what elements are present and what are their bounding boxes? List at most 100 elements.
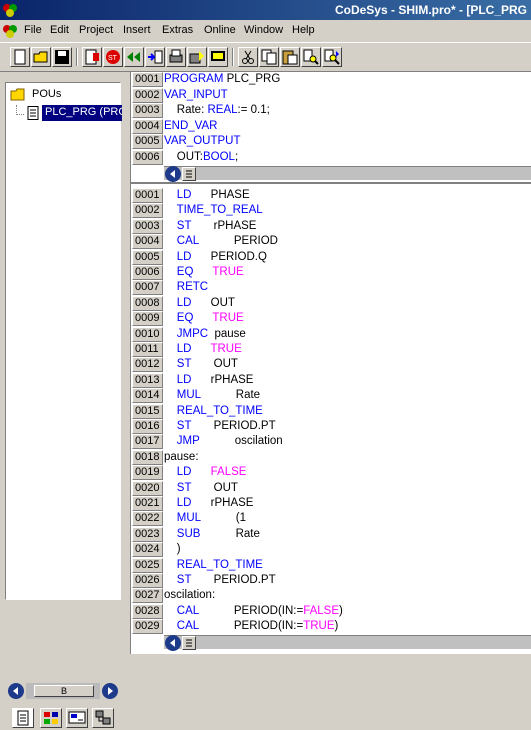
line-number: 0028	[132, 603, 163, 619]
paste-button[interactable]	[280, 47, 300, 67]
text-token: Rate	[200, 389, 261, 402]
code-line[interactable]: 0005 VAR_OUTPUT	[131, 134, 531, 149]
code-line[interactable]: 0028 CAL PERIOD(IN:=FALSE)	[131, 603, 531, 619]
line-number: 0012	[132, 357, 163, 373]
code-line[interactable]: 0007 RETC	[131, 280, 531, 296]
tree-horizontal-scrollbar[interactable]: B	[8, 683, 118, 699]
copy-button[interactable]	[259, 47, 279, 67]
code-line[interactable]: 0016 ST PERIOD.PT	[131, 419, 531, 434]
find-icon	[303, 49, 319, 65]
code-line[interactable]: 0019 LD FALSE	[131, 465, 531, 481]
find-next-icon	[324, 49, 340, 65]
text-token: rPHASE	[191, 373, 254, 386]
pou-editor[interactable]: 0001 PROGRAM PLC_PRG 0002 VAR_INPUT 0003 Rat…	[130, 72, 531, 654]
line-number: 0004	[132, 118, 163, 134]
code-line[interactable]: 0021 LD rPHASE	[131, 496, 531, 511]
open-button[interactable]	[31, 47, 51, 67]
line-text: REAL_TO_TIME	[164, 404, 263, 419]
code-line[interactable]: 0023 SUB Rate	[131, 526, 531, 542]
keyword-token: PROGRAM	[164, 73, 227, 85]
tab-visualizations[interactable]	[66, 708, 88, 728]
line-text: CAL PERIOD(IN:=TRUE)	[164, 619, 339, 634]
tab-pous[interactable]	[12, 708, 34, 728]
line-text: CAL PERIOD	[164, 234, 278, 249]
code-line[interactable]: 0027 oscilation:	[131, 588, 531, 604]
login-button[interactable]	[124, 47, 144, 67]
code-line[interactable]: 0018 pause:	[131, 449, 531, 465]
line-text: PROGRAM PLC_PRG	[164, 72, 280, 87]
line-number: 0005	[132, 134, 163, 149]
code-line[interactable]: 0017 JMP oscilation	[131, 434, 531, 450]
code-line[interactable]: 0005 LD PERIOD.Q	[131, 249, 531, 265]
scroll-thumb[interactable]	[182, 167, 196, 181]
menu-edit[interactable]: Edit	[50, 24, 69, 36]
menu-insert[interactable]: Insert	[123, 24, 151, 36]
tab-resources[interactable]	[92, 708, 114, 728]
code-line[interactable]: 0001 LD PHASE	[131, 188, 531, 203]
build-button[interactable]	[82, 47, 102, 67]
code-line[interactable]: 0001 PROGRAM PLC_PRG	[131, 72, 531, 87]
text-token: )	[334, 620, 339, 633]
code-line[interactable]: 0024 )	[131, 542, 531, 558]
code-line[interactable]: 0012 ST OUT	[131, 357, 531, 373]
code-line[interactable]: 0025 REAL_TO_TIME	[131, 557, 531, 573]
text-token: oscilation	[199, 435, 283, 448]
code-line[interactable]: 0006 EQ TRUE	[131, 265, 531, 280]
code-line[interactable]: 0014 MUL Rate	[131, 388, 531, 404]
code-line[interactable]: 0008 LD OUT	[131, 295, 531, 311]
scroll-left-button[interactable]	[8, 683, 24, 699]
code-line[interactable]: 0022 MUL (1	[131, 511, 531, 527]
code-line[interactable]: 0004 END_VAR	[131, 118, 531, 134]
open-folder-icon	[33, 51, 48, 63]
code-line[interactable]: 0003 ST rPHASE	[131, 218, 531, 234]
code-line[interactable]: 0029 CAL PERIOD(IN:=TRUE)	[131, 619, 531, 635]
menu-extras[interactable]: Extras	[162, 24, 193, 36]
line-text: ST PERIOD.PT	[164, 573, 276, 588]
new-file-button[interactable]	[10, 47, 30, 67]
scroll-left-button[interactable]	[165, 635, 181, 651]
menu-window[interactable]: Window	[244, 24, 283, 36]
code-line[interactable]: 0002 TIME_TO_REAL	[131, 203, 531, 219]
code-line[interactable]: 0009 EQ TRUE	[131, 311, 531, 327]
line-text: EQ TRUE	[164, 265, 244, 280]
menu-file[interactable]: File	[24, 24, 42, 36]
pou-tree[interactable]: POUs PLC_PRG (PRG)	[5, 82, 122, 600]
text-token: OUT	[191, 481, 238, 494]
save-button[interactable]	[52, 47, 72, 67]
body-horizontal-scrollbar[interactable]	[164, 635, 531, 651]
cut-button[interactable]	[238, 47, 258, 67]
document-icon[interactable]	[2, 23, 18, 39]
scroll-thumb[interactable]: B	[34, 685, 94, 697]
step-button[interactable]	[145, 47, 165, 67]
tab-data-types[interactable]	[40, 708, 62, 728]
monitor-button[interactable]	[208, 47, 228, 67]
menu-project[interactable]: Project	[79, 24, 113, 36]
code-line[interactable]: 0020 ST OUT	[131, 480, 531, 496]
declaration-horizontal-scrollbar[interactable]	[164, 166, 531, 182]
code-line[interactable]: 0010 JMPC pause	[131, 326, 531, 342]
code-line[interactable]: 0013 LD rPHASE	[131, 372, 531, 388]
keyword-token: EQ	[176, 266, 194, 278]
scroll-thumb[interactable]	[182, 636, 196, 650]
stop-button[interactable]: ST	[103, 47, 123, 67]
print-button[interactable]	[166, 47, 186, 67]
code-line[interactable]: 0015 REAL_TO_TIME	[131, 403, 531, 419]
scroll-right-button[interactable]	[102, 683, 118, 699]
scroll-left-button[interactable]	[165, 166, 181, 182]
code-line[interactable]: 0002 VAR_INPUT	[131, 87, 531, 103]
grip-icon	[186, 639, 192, 647]
find-next-button[interactable]	[322, 47, 342, 67]
code-line[interactable]: 0011 LD TRUE	[131, 342, 531, 357]
run-button[interactable]	[187, 47, 207, 67]
tree-node-plc-prg[interactable]: PLC_PRG (PRG)	[16, 105, 122, 121]
code-line[interactable]: 0006 OUT:BOOL;	[131, 149, 531, 165]
menu-online[interactable]: Online	[204, 24, 236, 36]
menu-help[interactable]: Help	[292, 24, 315, 36]
code-line[interactable]: 0004 CAL PERIOD	[131, 234, 531, 250]
code-line[interactable]: 0026 ST PERIOD.PT	[131, 573, 531, 588]
code-line[interactable]: 0003 Rate: REAL:= 0.1;	[131, 103, 531, 118]
find-button[interactable]	[301, 47, 321, 67]
